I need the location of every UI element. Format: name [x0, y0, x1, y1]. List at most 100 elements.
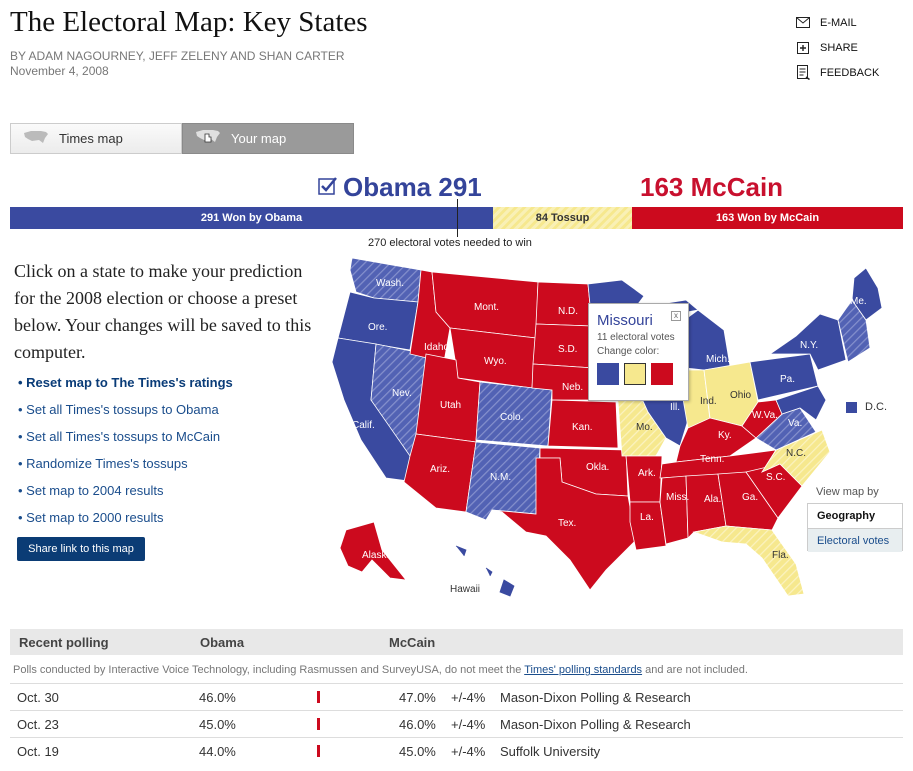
label-or: Ore. — [368, 322, 387, 333]
byline: By ADAM NAGOURNEY, JEFF ZELENY AND SHAN … — [10, 49, 345, 63]
envelope-icon — [795, 15, 811, 31]
share-link[interactable]: SHARE — [795, 35, 879, 60]
label-mo: Mo. — [636, 422, 653, 433]
state-la[interactable] — [629, 501, 667, 551]
label-sc: S.C. — [766, 472, 785, 483]
plus-box-icon — [795, 40, 811, 56]
polling-standards-link[interactable]: Times' polling standards — [524, 664, 642, 676]
label-id: Idaho — [424, 342, 449, 353]
label-ga: Ga. — [742, 492, 758, 503]
obama-segment: 291 Won by Obama — [10, 207, 493, 229]
poll-indicator — [317, 718, 320, 730]
preset-reset-times-ratings[interactable]: • Reset map to The Times's ratings — [18, 375, 233, 402]
close-icon[interactable]: x — [671, 311, 681, 321]
270-marker-line — [457, 199, 458, 237]
email-link[interactable]: E-MAIL — [795, 10, 879, 35]
swatch-obama[interactable] — [597, 363, 619, 385]
preset-label: Set map to 2004 results — [26, 483, 164, 498]
poll-indicator — [317, 745, 320, 757]
label-la: La. — [640, 512, 654, 523]
preset-randomize-tossups[interactable]: • Randomize Times's tossups — [18, 456, 233, 483]
article-tools: E-MAIL SHARE FEEDBACK — [795, 10, 879, 85]
label-ak: Alaska — [362, 550, 392, 561]
label-nc: N.C. — [786, 448, 806, 459]
poll-indicator — [317, 691, 320, 703]
view-by-label: View map by — [816, 486, 879, 498]
label-oh: Ohio — [730, 390, 752, 401]
swatch-tossup[interactable] — [624, 363, 646, 385]
poll-pollster: Mason-Dixon Polling & Research — [500, 690, 691, 705]
poll-mccain: 45.0% — [399, 744, 436, 759]
polling-note-text: Polls conducted by Interactive Voice Tec… — [13, 664, 522, 676]
label-ne: Neb. — [562, 382, 583, 393]
feedback-link[interactable]: FEEDBACK — [795, 60, 879, 85]
label-fl: Fla. — [772, 550, 789, 561]
poll-pollster: Mason-Dixon Polling & Research — [500, 717, 691, 732]
dc-marker[interactable]: D.C. — [846, 401, 887, 413]
label-az: Ariz. — [430, 464, 450, 475]
label-ky: Ky. — [718, 430, 732, 441]
poll-mccain: 47.0% — [399, 690, 436, 705]
label-ar: Ark. — [638, 468, 656, 479]
poll-obama: 44.0% — [199, 744, 236, 759]
poll-margin: +/-4% — [451, 717, 486, 732]
label-ks: Kan. — [572, 422, 593, 433]
preset-list: • Reset map to The Times's ratings • Set… — [18, 375, 233, 537]
poll-pollster: Suffolk University — [500, 744, 601, 759]
state-nd[interactable] — [535, 281, 593, 327]
label-va: Va. — [788, 418, 802, 429]
state-ar[interactable] — [625, 455, 663, 503]
poll-obama: 46.0% — [199, 690, 236, 705]
table-row: Oct. 19 44.0% 45.0% +/-4% Suffolk Univer… — [10, 737, 903, 764]
tab-times-map[interactable]: Times map — [10, 123, 182, 154]
preset-2004-results[interactable]: • Set map to 2004 results — [18, 483, 233, 510]
swatch-mccain[interactable] — [651, 363, 673, 385]
label-nv: Nev. — [392, 388, 412, 399]
polling-note-suffix: and are not included. — [645, 664, 748, 676]
preset-label: Set map to 2000 results — [26, 510, 164, 525]
share-label: SHARE — [820, 41, 858, 54]
state-ms[interactable] — [659, 475, 689, 545]
polling-header: Recent polling Obama McCain — [10, 629, 903, 655]
preset-tossups-mccain[interactable]: • Set all Times's tossups to McCain — [18, 429, 233, 456]
page-title: The Electoral Map: Key States — [10, 6, 368, 38]
view-electoral-votes[interactable]: Electoral votes — [808, 528, 902, 552]
share-link-button[interactable]: Share link to this map — [17, 537, 145, 561]
preset-tossups-obama[interactable]: • Set all Times's tossups to Obama — [18, 402, 233, 429]
label-mi: Mich. — [706, 354, 730, 365]
label-tx: Tex. — [558, 518, 576, 529]
poll-margin: +/-4% — [451, 744, 486, 759]
label-pa: Pa. — [780, 374, 795, 385]
label-mt: Mont. — [474, 302, 499, 313]
tab-times-map-label: Times map — [59, 131, 123, 146]
popup-change-color-label: Change color: — [597, 346, 660, 357]
tab-your-map[interactable]: Your map — [182, 123, 354, 154]
view-geography[interactable]: Geography — [808, 504, 902, 528]
polling-header-title: Recent polling — [19, 635, 109, 650]
mccain-segment: 163 Won by McCain — [632, 207, 903, 229]
label-al: Ala. — [704, 494, 721, 505]
state-fl[interactable] — [692, 525, 805, 597]
polling-note: Polls conducted by Interactive Voice Tec… — [13, 664, 748, 676]
document-icon — [795, 65, 811, 81]
dc-square — [846, 401, 857, 413]
preset-2000-results[interactable]: • Set map to 2000 results — [18, 510, 233, 537]
preset-label: Set all Times's tossups to Obama — [26, 402, 219, 417]
table-row: Oct. 23 45.0% 46.0% +/-4% Mason-Dixon Po… — [10, 710, 903, 737]
label-hi: Hawaii — [450, 584, 480, 595]
label-wa: Wash. — [376, 278, 404, 289]
instructions-text: Click on a state to make your prediction… — [14, 261, 312, 362]
obama-headline: Obama 291 — [343, 172, 482, 202]
preset-label: Reset map to The Times's ratings — [26, 375, 233, 390]
label-ca: Calif. — [352, 420, 375, 431]
popup-state-name: Missouri — [597, 312, 653, 329]
dc-label: D.C. — [865, 401, 887, 413]
us-map-icon — [23, 130, 49, 147]
poll-margin: +/-4% — [451, 690, 486, 705]
label-ok: Okla. — [586, 462, 609, 473]
label-wy: Wyo. — [484, 356, 507, 367]
label-sd: S.D. — [558, 344, 577, 355]
label-in: Ind. — [700, 396, 717, 407]
poll-date: Oct. 23 — [17, 717, 59, 732]
tab-your-map-label: Your map — [231, 131, 287, 146]
